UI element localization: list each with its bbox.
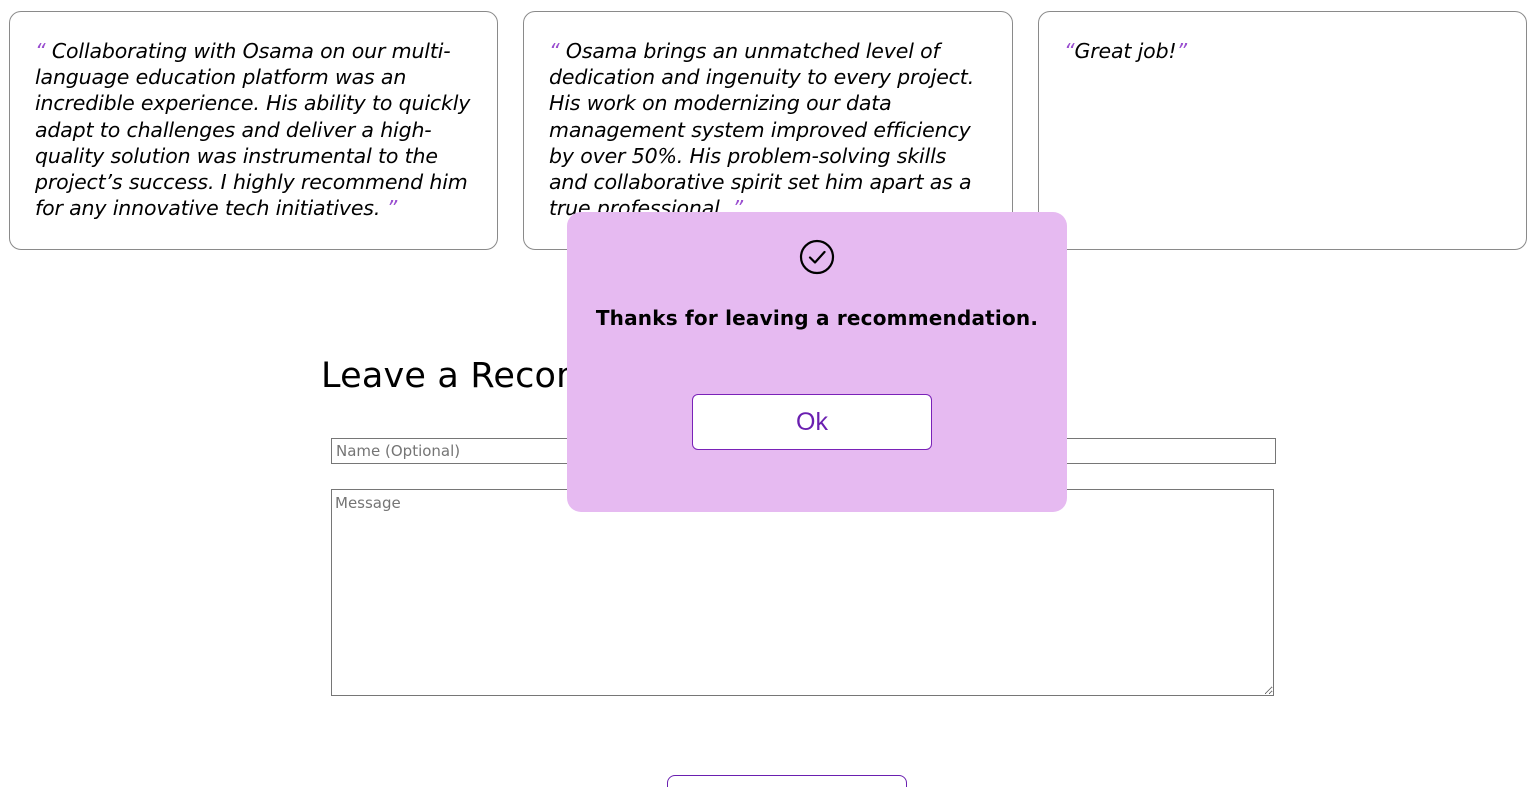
open-quote-mark: “ [1064,39,1075,63]
close-quote-mark: ” [1176,39,1188,63]
close-quote-mark: ” [386,196,398,221]
message-textarea[interactable] [331,489,1274,696]
open-quote-mark: “ [35,39,46,63]
open-quote-mark: “ [549,39,560,63]
confirmation-modal: Thanks for leaving a recommendation. Ok [567,212,1067,512]
modal-message: Thanks for leaving a recommendation. [595,306,1039,330]
recommendation-card: “ Collaborating with Osama on our multi-… [9,11,498,250]
recommendation-body: Great job! [1074,39,1177,63]
recommendation-body: Osama brings an unmatched level of dedic… [549,39,975,221]
ok-button[interactable]: Ok [692,394,932,450]
recommendation-text: “ Osama brings an unmatched level of ded… [549,38,988,221]
check-circle-icon [799,239,835,275]
recommendation-body: Collaborating with Osama on our multi-la… [35,39,471,221]
recommendation-card: “Great job!” [1038,11,1527,250]
submit-button[interactable] [667,775,907,787]
recommendation-text: “ Collaborating with Osama on our multi-… [35,38,473,221]
recommendation-text: “Great job!” [1064,38,1502,64]
